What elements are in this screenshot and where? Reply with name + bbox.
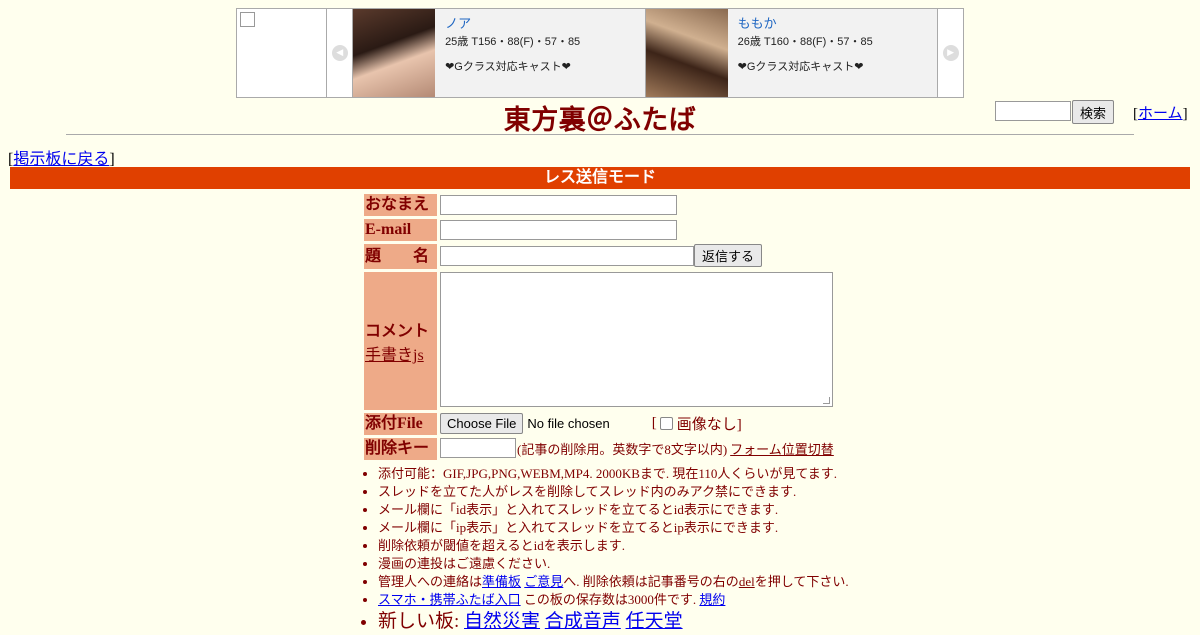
name-input[interactable] [440,195,677,215]
rule-text: へ. 削除依頼は記事番号の右の [563,574,739,589]
arrow-left-icon: ◀ [331,45,348,61]
new-boards-label: 新しい板: [378,611,460,632]
list-item: 新しい板: 自然災害 合成音声 任天堂 [378,609,849,635]
ad-prev-button[interactable]: ◀ [327,9,354,97]
feedback-link[interactable]: ご意見 [524,574,563,589]
ad-banner[interactable]: ◀ ノア 25歳 T156・88(F)・57・85 ❤Gクラス対応キャスト❤ も… [236,8,964,98]
list-item: 管理人への連絡は準備板 ご意見へ. 削除依頼は記事番号の右のdelを押して下さい… [378,573,849,591]
list-item: メール欄に「ip表示」と入れてスレッドを立てるとip表示にできます. [378,519,849,537]
mobile-entry-link[interactable]: スマホ・携帯ふたば入口 [378,592,521,607]
new-board-link[interactable]: 自然災害 [464,611,540,632]
bracket: [ [651,415,657,431]
resize-handle-icon[interactable] [823,397,830,404]
cast-tag: ❤Gクラス対応キャスト❤ [445,61,571,73]
bracket: ] [109,151,115,168]
delete-key-input[interactable] [440,438,516,458]
submit-reply-button[interactable]: 返信する [694,244,763,267]
no-image-checkbox[interactable] [659,417,673,430]
reply-form: おなまえ E-mail 題 名 返信する コメント 手書きjs 添付File C… [364,194,834,463]
email-input[interactable] [440,220,677,240]
terms-link[interactable]: 規約 [699,592,725,607]
delete-key-label: 削除キー [364,438,437,460]
handwrite-link[interactable]: 手書きjs [365,341,437,365]
ad-empty-slot [237,9,328,97]
ad-cast-card[interactable]: ノア 25歳 T156・88(F)・57・85 ❤Gクラス対応キャスト❤ [353,9,645,97]
list-item: メール欄に「id表示」と入れてスレッドを立てるとid表示にできます. [378,501,849,519]
rule-text: を押して下さい. [754,574,849,589]
divider [66,134,1134,135]
comment-textarea[interactable] [440,272,833,407]
back-to-board-link[interactable]: 掲示板に戻る [13,151,109,168]
list-item: スマホ・携帯ふたば入口 この板の保存数は3000件です. 規約 [378,591,849,609]
bracket: ] [1182,106,1188,122]
cast-photo[interactable] [353,9,436,97]
choose-file-button[interactable]: Choose File [440,413,524,434]
del-link[interactable]: del [739,574,755,589]
cast-tag: ❤Gクラス対応キャスト❤ [737,61,864,73]
comment-label-cell: コメント 手書きjs [364,272,437,410]
email-label: E-mail [364,219,437,241]
form-position-toggle-link[interactable]: フォーム位置切替 [730,442,834,457]
mode-banner: レス送信モード [10,167,1190,189]
search-button[interactable]: 検索 [1072,100,1115,124]
subject-label: 題 名 [364,244,437,269]
ad-next-button[interactable]: ▶ [937,9,964,97]
list-item: 削除依頼が閾値を超えるとidを表示します. [378,537,849,555]
new-board-link[interactable]: 任天堂 [626,611,683,632]
cast-name[interactable]: ももか [738,13,873,32]
rule-text: 管理人への連絡は [378,574,483,589]
file-label: 添付File [364,413,437,435]
list-item: スレッドを立てた人がレスを削除してスレッド内のみアク禁にできます. [378,483,849,501]
subject-input[interactable] [440,245,694,266]
search-input[interactable] [995,101,1071,121]
rule-text: この板の保存数は3000件です. [523,592,697,607]
arrow-right-icon: ▶ [942,45,959,61]
name-label: おなまえ [364,194,437,216]
no-image-option: [ 画像なし] [652,413,742,434]
ad-placeholder-icon [240,12,255,27]
search-box: 検索 [995,100,1115,124]
cast-photo[interactable] [645,9,728,97]
ad-cast-card[interactable]: ももか 26歳 T160・88(F)・57・85 ❤Gクラス対応キャスト❤ [644,9,938,97]
file-status: No file chosen [527,416,610,431]
new-board-link[interactable]: 合成音声 [545,611,621,632]
list-item: 添付可能：GIF,JPG,PNG,WEBM,MP4. 2000KBまで. 現在1… [378,465,849,483]
prep-board-link[interactable]: 準備板 [482,574,521,589]
cast-stats: 26歳 T160・88(F)・57・85 [737,36,873,48]
cast-stats: 25歳 T156・88(F)・57・85 [445,36,581,48]
list-item: 漫画の連投はご遠慮ください. [378,555,849,573]
back-link-wrapper: [掲示板に戻る] [8,145,115,169]
rules-list: 添付可能：GIF,JPG,PNG,WEBM,MP4. 2000KBまで. 現在1… [360,465,849,635]
comment-label: コメント [365,323,430,340]
cast-name[interactable]: ノア [445,13,580,32]
delete-key-note: (記事の削除用。英数字で8文字以内) [517,441,728,457]
no-image-label: 画像なし] [676,417,742,433]
home-link[interactable]: ホーム [1138,106,1183,122]
home-link-wrapper: [ホーム] [1133,102,1188,123]
